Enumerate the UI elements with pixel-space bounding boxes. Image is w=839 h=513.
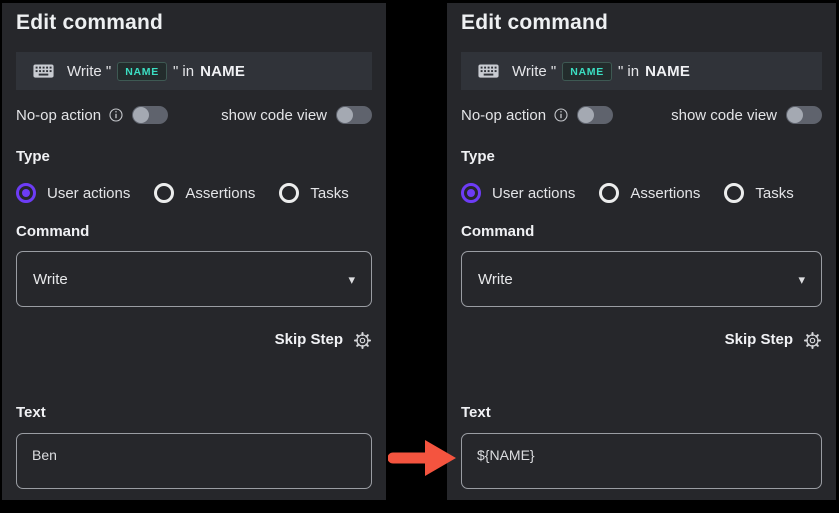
- type-section-label: Type: [16, 148, 372, 166]
- radio-unselected-icon: [599, 183, 619, 203]
- skip-step-label: Skip Step: [275, 331, 343, 349]
- radio-unselected-icon: [154, 183, 174, 203]
- text-input-value: Ben: [32, 447, 57, 463]
- noop-group: No-op action: [461, 106, 613, 124]
- dialog-title: Edit command: [461, 10, 822, 36]
- radio-user-actions[interactable]: User actions: [461, 183, 575, 203]
- show-code-label: show code view: [671, 107, 777, 124]
- toggle-knob: [787, 107, 803, 123]
- command-prefix: Write ": [512, 63, 556, 80]
- show-code-label: show code view: [221, 107, 327, 124]
- command-summary-text: Write " NAME " in NAME: [512, 62, 690, 81]
- command-summary-bar: Write " NAME " in NAME: [16, 52, 372, 90]
- gear-icon[interactable]: [353, 331, 372, 350]
- noop-toggle[interactable]: [132, 106, 168, 124]
- show-code-view-toggle[interactable]: [786, 106, 822, 124]
- chevron-down-icon: ▾: [348, 273, 355, 286]
- noop-toggle[interactable]: [577, 106, 613, 124]
- command-prefix: Write ": [67, 63, 111, 80]
- skip-step-row: Skip Step: [16, 329, 372, 351]
- radio-label: Tasks: [755, 185, 793, 202]
- radio-selected-icon: [16, 183, 36, 203]
- text-section-label: Text: [16, 404, 372, 422]
- command-target: NAME: [200, 63, 245, 80]
- radio-unselected-icon: [279, 183, 299, 203]
- info-icon[interactable]: [554, 108, 568, 122]
- edit-command-dialog-after: Edit command Write " NAME " in NAME No-o…: [447, 3, 836, 500]
- text-input[interactable]: Ben: [16, 433, 372, 489]
- variable-badge: NAME: [117, 62, 167, 81]
- radio-assertions[interactable]: Assertions: [599, 183, 700, 203]
- text-input[interactable]: ${NAME}: [461, 433, 822, 489]
- radio-label: Tasks: [310, 185, 348, 202]
- radio-selected-icon: [461, 183, 481, 203]
- noop-group: No-op action: [16, 106, 168, 124]
- chevron-down-icon: ▾: [798, 273, 805, 286]
- toggle-knob: [133, 107, 149, 123]
- keyboard-icon: [478, 64, 499, 78]
- show-code-group: show code view: [671, 106, 822, 124]
- skip-step-label: Skip Step: [725, 331, 793, 349]
- show-code-view-toggle[interactable]: [336, 106, 372, 124]
- radio-label: Assertions: [185, 185, 255, 202]
- arrow-right-icon: [388, 437, 458, 484]
- noop-label: No-op action: [461, 107, 546, 124]
- command-select-value: Write: [33, 271, 68, 288]
- show-code-group: show code view: [221, 106, 372, 124]
- skip-step-row: Skip Step: [461, 329, 822, 351]
- text-section-label: Text: [461, 404, 822, 422]
- command-infix: " in: [173, 63, 194, 80]
- type-section-label: Type: [461, 148, 822, 166]
- radio-assertions[interactable]: Assertions: [154, 183, 255, 203]
- command-target: NAME: [645, 63, 690, 80]
- radio-label: User actions: [47, 185, 130, 202]
- variable-badge: NAME: [562, 62, 612, 81]
- command-section-label: Command: [16, 223, 372, 241]
- command-select[interactable]: Write ▾: [16, 251, 372, 307]
- command-section-label: Command: [461, 223, 822, 241]
- radio-label: User actions: [492, 185, 575, 202]
- command-summary-text: Write " NAME " in NAME: [67, 62, 245, 81]
- info-icon[interactable]: [109, 108, 123, 122]
- command-select-value: Write: [478, 271, 513, 288]
- toggles-row: No-op action show code view: [461, 104, 822, 126]
- radio-tasks[interactable]: Tasks: [724, 183, 793, 203]
- toggle-knob: [578, 107, 594, 123]
- noop-label: No-op action: [16, 107, 101, 124]
- type-radio-group: User actions Assertions Tasks: [16, 183, 372, 203]
- dialog-title: Edit command: [16, 10, 372, 36]
- gear-icon[interactable]: [803, 331, 822, 350]
- radio-unselected-icon: [724, 183, 744, 203]
- keyboard-icon: [33, 64, 54, 78]
- edit-command-dialog-before: Edit command Write " NAME " in NAME No-o…: [2, 3, 386, 500]
- text-input-value: ${NAME}: [477, 447, 535, 463]
- radio-tasks[interactable]: Tasks: [279, 183, 348, 203]
- command-select[interactable]: Write ▾: [461, 251, 822, 307]
- command-summary-bar: Write " NAME " in NAME: [461, 52, 822, 90]
- command-infix: " in: [618, 63, 639, 80]
- type-radio-group: User actions Assertions Tasks: [461, 183, 822, 203]
- radio-user-actions[interactable]: User actions: [16, 183, 130, 203]
- radio-label: Assertions: [630, 185, 700, 202]
- toggle-knob: [337, 107, 353, 123]
- toggles-row: No-op action show code view: [16, 104, 372, 126]
